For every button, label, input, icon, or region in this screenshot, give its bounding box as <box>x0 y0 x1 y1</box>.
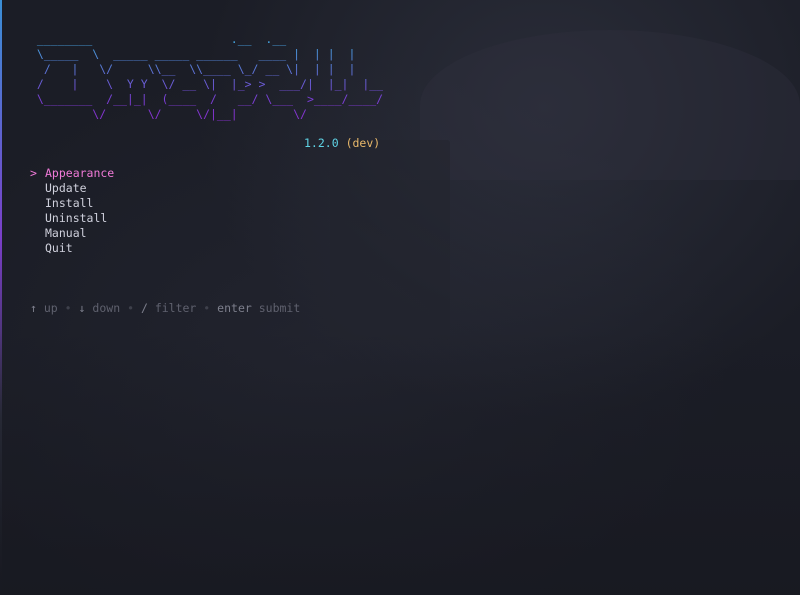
help-enter-label: submit <box>258 301 301 315</box>
menu-item-label: Quit <box>45 241 73 255</box>
menu-item-label: Install <box>45 196 94 210</box>
version-tag: (dev) <box>345 136 381 150</box>
menu-cursor: > <box>30 166 37 180</box>
menu-item-quit[interactable]: Quit <box>30 241 114 256</box>
help-enter-key: enter <box>217 301 252 315</box>
menu-item-update[interactable]: Update <box>30 181 114 196</box>
help-separator: • <box>203 301 211 315</box>
help-up-label: up <box>43 301 58 315</box>
ascii-logo: ________ .__ .__ \_____ \ _____ _____ __… <box>30 32 383 122</box>
menu-item-label: Appearance <box>45 166 115 180</box>
menu-item-label: Uninstall <box>45 211 108 225</box>
menu-item-install[interactable]: Install <box>30 196 114 211</box>
help-bar: ↑ up • ↓ down • / filter • enter submit <box>30 301 300 315</box>
version-line: 1.2.0 (dev) <box>304 136 380 150</box>
menu-item-label: Update <box>45 181 87 195</box>
help-separator: • <box>64 301 72 315</box>
menu-item-uninstall[interactable]: Uninstall <box>30 211 114 226</box>
help-filter-label: filter <box>154 301 197 315</box>
menu-item-appearance[interactable]: > Appearance <box>30 166 114 181</box>
down-arrow-icon: ↓ <box>78 301 86 315</box>
terminal-edge-accent <box>0 0 2 595</box>
version-number: 1.2.0 <box>304 136 339 150</box>
menu-item-manual[interactable]: Manual <box>30 226 114 241</box>
help-filter-key: / <box>140 301 148 315</box>
background-trees <box>0 330 800 595</box>
help-separator: • <box>127 301 134 315</box>
up-arrow-icon: ↑ <box>30 301 37 315</box>
menu-item-label: Manual <box>45 226 87 240</box>
background-tower <box>330 140 450 340</box>
background-hill <box>420 30 800 180</box>
terminal-window: ________ .__ .__ \_____ \ _____ _____ __… <box>0 0 800 595</box>
help-down-label: down <box>92 301 121 315</box>
main-menu: > Appearance Update Install Uninstall Man… <box>30 166 114 256</box>
